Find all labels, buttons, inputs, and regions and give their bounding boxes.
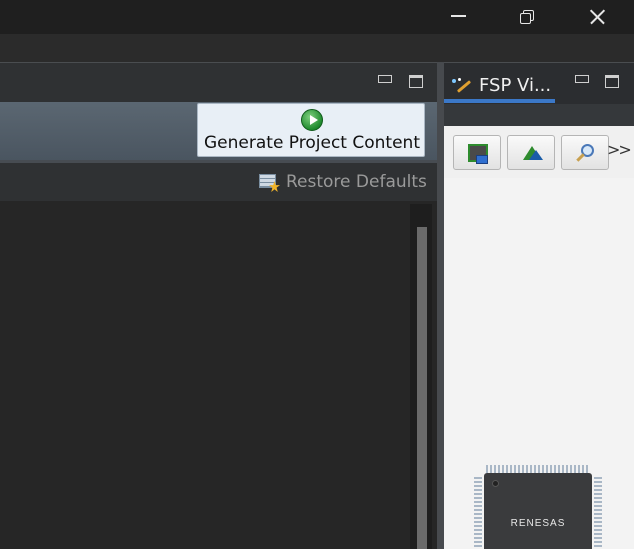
fsp-tab-bar: FSP Vi... <box>444 62 634 104</box>
fsp-tool-strip: >> <box>444 126 634 178</box>
overflow-chevron-icon[interactable]: >> <box>607 140 632 159</box>
fsp-content: >> RENESAS <box>444 126 634 549</box>
active-tab-indicator <box>444 99 555 103</box>
editor-panel: Generate Project Content Restore Default… <box>0 62 437 549</box>
window-title-bar <box>0 0 634 34</box>
chip-body: RENESAS <box>484 473 592 549</box>
chip-save-icon <box>468 144 488 164</box>
generate-band: Generate Project Content <box>0 102 437 160</box>
scrollbar-thumb[interactable] <box>417 227 427 549</box>
fsp-tab-label: FSP Vi... <box>479 75 552 96</box>
panel-splitter[interactable] <box>437 62 444 549</box>
restore-defaults-button[interactable]: Restore Defaults <box>255 168 433 198</box>
mountain-view-button[interactable] <box>507 135 555 170</box>
editor-tab-bar <box>0 62 437 102</box>
fsp-view-panel: FSP Vi... >> RENESAS <box>444 62 634 549</box>
restore-defaults-icon <box>259 174 280 192</box>
fsp-toolbar-band <box>444 104 634 126</box>
restore-defaults-label: Restore Defaults <box>286 172 427 192</box>
generate-project-content-button[interactable]: Generate Project Content <box>197 103 425 157</box>
close-button[interactable] <box>574 0 620 34</box>
minimize-button[interactable] <box>435 0 481 34</box>
magic-wand-icon <box>452 78 472 94</box>
mcu-chip-graphic: RENESAS <box>474 465 602 549</box>
mountain-icon <box>522 144 543 162</box>
editor-maximize-button[interactable] <box>409 75 423 88</box>
restore-window-button[interactable] <box>503 0 549 34</box>
generate-button-label: Generate Project Content <box>204 133 420 153</box>
vertical-scrollbar[interactable] <box>410 204 432 549</box>
restore-defaults-bar: Restore Defaults <box>0 163 437 201</box>
fsp-maximize-button[interactable] <box>605 75 619 88</box>
play-icon <box>301 109 323 131</box>
fsp-minimize-button[interactable] <box>575 75 589 83</box>
save-chip-button[interactable] <box>453 135 501 170</box>
chip-brand-label: RENESAS <box>510 518 566 529</box>
zoom-button[interactable] <box>561 135 609 170</box>
editor-minimize-button[interactable] <box>378 75 392 83</box>
menu-band <box>0 34 634 62</box>
zoom-icon <box>576 144 596 162</box>
tab-fsp-view[interactable]: FSP Vi... <box>444 69 555 103</box>
editor-content-area[interactable] <box>0 201 437 549</box>
